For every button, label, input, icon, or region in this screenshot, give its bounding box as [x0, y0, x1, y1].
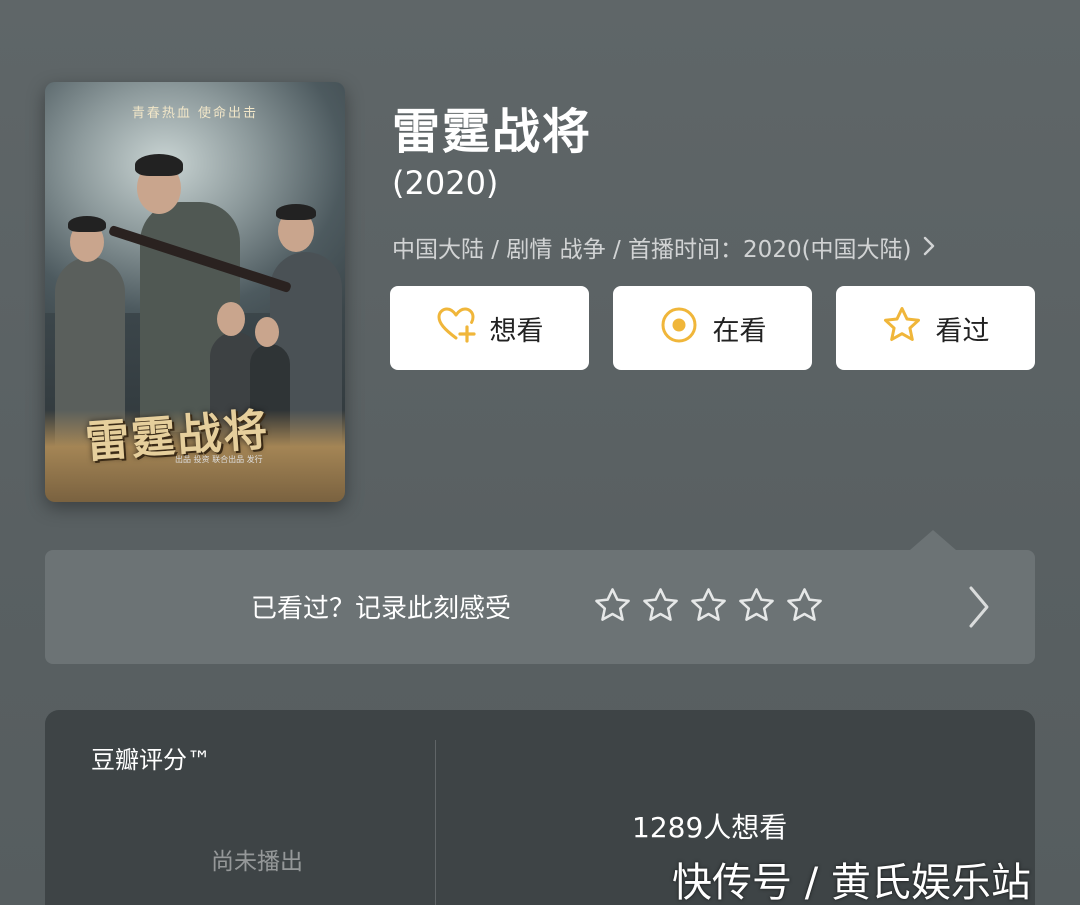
rating-star-5[interactable]	[785, 586, 824, 629]
score-divider	[435, 740, 436, 905]
show-meta-link[interactable]: 中国大陆 / 剧情 战争 / 首播时间：2020(中国大陆)	[392, 230, 936, 264]
watched-button-label: 看过	[935, 315, 990, 347]
page-title: 雷霆战将	[392, 104, 593, 160]
poster-figure-hair	[135, 154, 183, 176]
rating-star-3[interactable]	[689, 586, 728, 629]
watching-button-label: 在看	[712, 315, 767, 347]
douban-score-label: 豆瓣评分™	[91, 746, 211, 774]
movie-detail-page: 青春热血 使命出击 雷霆战将 出品 投资 联合出品 发行 雷霆战将 (2020)…	[0, 0, 1080, 905]
want-count: 1289人想看	[632, 811, 788, 844]
rating-star-1[interactable]	[593, 586, 632, 629]
poster-figure-head	[255, 317, 279, 347]
rating-prompt-text: 已看过？记录此刻感受	[251, 594, 512, 624]
rating-star-4[interactable]	[737, 586, 776, 629]
poster-figure-hair	[68, 216, 106, 232]
score-status: 尚未播出	[211, 849, 303, 875]
action-buttons: 想看 在看 看过	[390, 286, 1035, 370]
want-button[interactable]: 想看	[390, 286, 589, 370]
poster-image[interactable]: 青春热血 使命出击 雷霆战将 出品 投资 联合出品 发行	[45, 82, 345, 502]
rating-prompt-bar[interactable]: 已看过？记录此刻感受	[45, 550, 1035, 664]
poster-figure-hair	[276, 204, 316, 220]
chevron-right-icon	[922, 235, 936, 263]
poster-figure-head	[217, 302, 245, 336]
watching-button[interactable]: 在看	[613, 286, 812, 370]
poster-credits: 出品 投资 联合出品 发行	[175, 455, 263, 464]
rating-star-2[interactable]	[641, 586, 680, 629]
star-outline-icon	[882, 305, 922, 352]
rating-strip-pointer	[910, 530, 956, 550]
poster-tagline: 青春热血 使命出击	[131, 106, 259, 121]
show-meta-text: 中国大陆 / 剧情 战争 / 首播时间：2020(中国大陆)	[392, 237, 912, 263]
want-button-label: 想看	[489, 315, 544, 347]
chevron-right-icon[interactable]	[965, 584, 993, 630]
watched-button[interactable]: 看过	[836, 286, 1035, 370]
heart-plus-icon	[436, 305, 476, 352]
source-watermark: 快传号 / 黄氏娱乐站	[672, 860, 1031, 905]
rating-stars	[593, 586, 824, 629]
release-year: (2020)	[392, 164, 499, 202]
target-circle-icon	[659, 305, 699, 352]
